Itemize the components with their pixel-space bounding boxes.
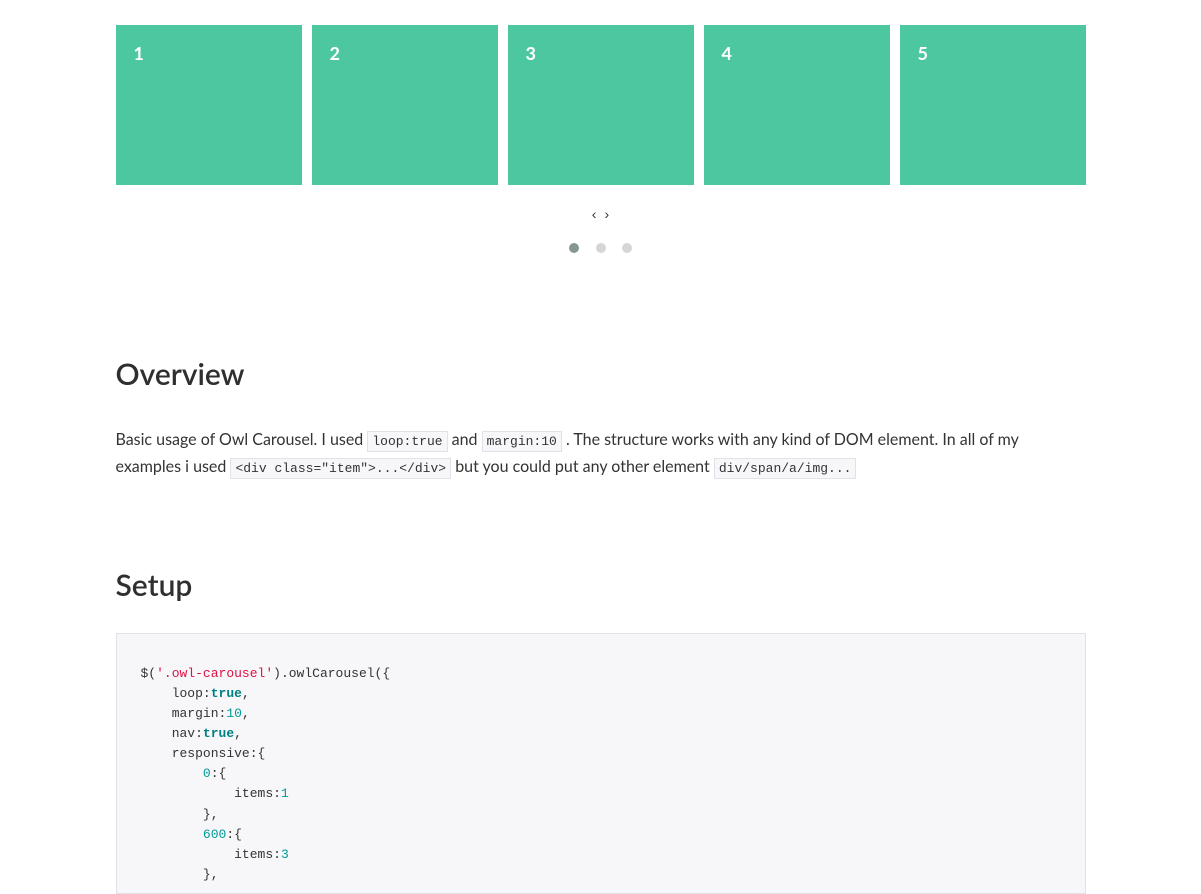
code-token: 3: [281, 847, 289, 862]
code-token: [141, 766, 203, 781]
inline-code: loop:true: [367, 431, 447, 452]
carousel-prev-button[interactable]: ‹: [590, 206, 599, 222]
overview-text: Basic usage of Owl Carousel. I used: [116, 430, 368, 449]
heading-overview: Overview: [116, 350, 1086, 398]
overview-text: but you could put any other element: [455, 457, 714, 476]
code-token: ,: [242, 686, 250, 701]
code-token: margin:: [141, 706, 227, 721]
code-token: 600: [203, 827, 226, 842]
code-token: ,: [234, 726, 242, 741]
code-token: :{: [211, 766, 227, 781]
code-token: responsive:{: [141, 746, 266, 761]
code-token: [141, 827, 203, 842]
overview-text: and: [452, 430, 482, 449]
code-token: items:: [141, 786, 281, 801]
code-token: '.owl-carousel': [156, 666, 273, 681]
code-token: true: [211, 686, 242, 701]
carousel-item: 3: [508, 25, 694, 185]
code-token: ,: [242, 706, 250, 721]
code-token: true: [203, 726, 234, 741]
carousel-dots: [116, 235, 1086, 261]
carousel-item: 2: [312, 25, 498, 185]
carousel-stage[interactable]: 1 2 3 4 5: [116, 25, 1086, 185]
code-token: },: [141, 867, 219, 882]
inline-code: <div class="item">...</div>: [230, 458, 451, 479]
code-token: items:: [141, 847, 281, 862]
code-token: :{: [226, 827, 242, 842]
code-token: },: [141, 807, 219, 822]
inline-code: div/span/a/img...: [714, 458, 857, 479]
code-token: 1: [281, 786, 289, 801]
inline-code: margin:10: [482, 431, 562, 452]
code-block: $('.owl-carousel').owlCarousel({ loop:tr…: [116, 633, 1086, 894]
carousel-item: 5: [900, 25, 1086, 185]
carousel-dot[interactable]: [569, 243, 579, 253]
code-token: 10: [226, 706, 242, 721]
code-token: 0: [203, 766, 211, 781]
carousel-next-button[interactable]: ›: [603, 206, 612, 222]
code-token: ).owlCarousel({: [273, 666, 390, 681]
overview-paragraph: Basic usage of Owl Carousel. I used loop…: [116, 426, 1086, 480]
carousel-dot[interactable]: [622, 243, 632, 253]
code-token: $(: [141, 666, 157, 681]
carousel-dot[interactable]: [596, 243, 606, 253]
heading-setup: Setup: [116, 561, 1086, 609]
code-token: loop:: [141, 686, 211, 701]
carousel-item: 1: [116, 25, 302, 185]
carousel-nav: ‹ ›: [116, 201, 1086, 227]
code-token: nav:: [141, 726, 203, 741]
carousel-item: 4: [704, 25, 890, 185]
